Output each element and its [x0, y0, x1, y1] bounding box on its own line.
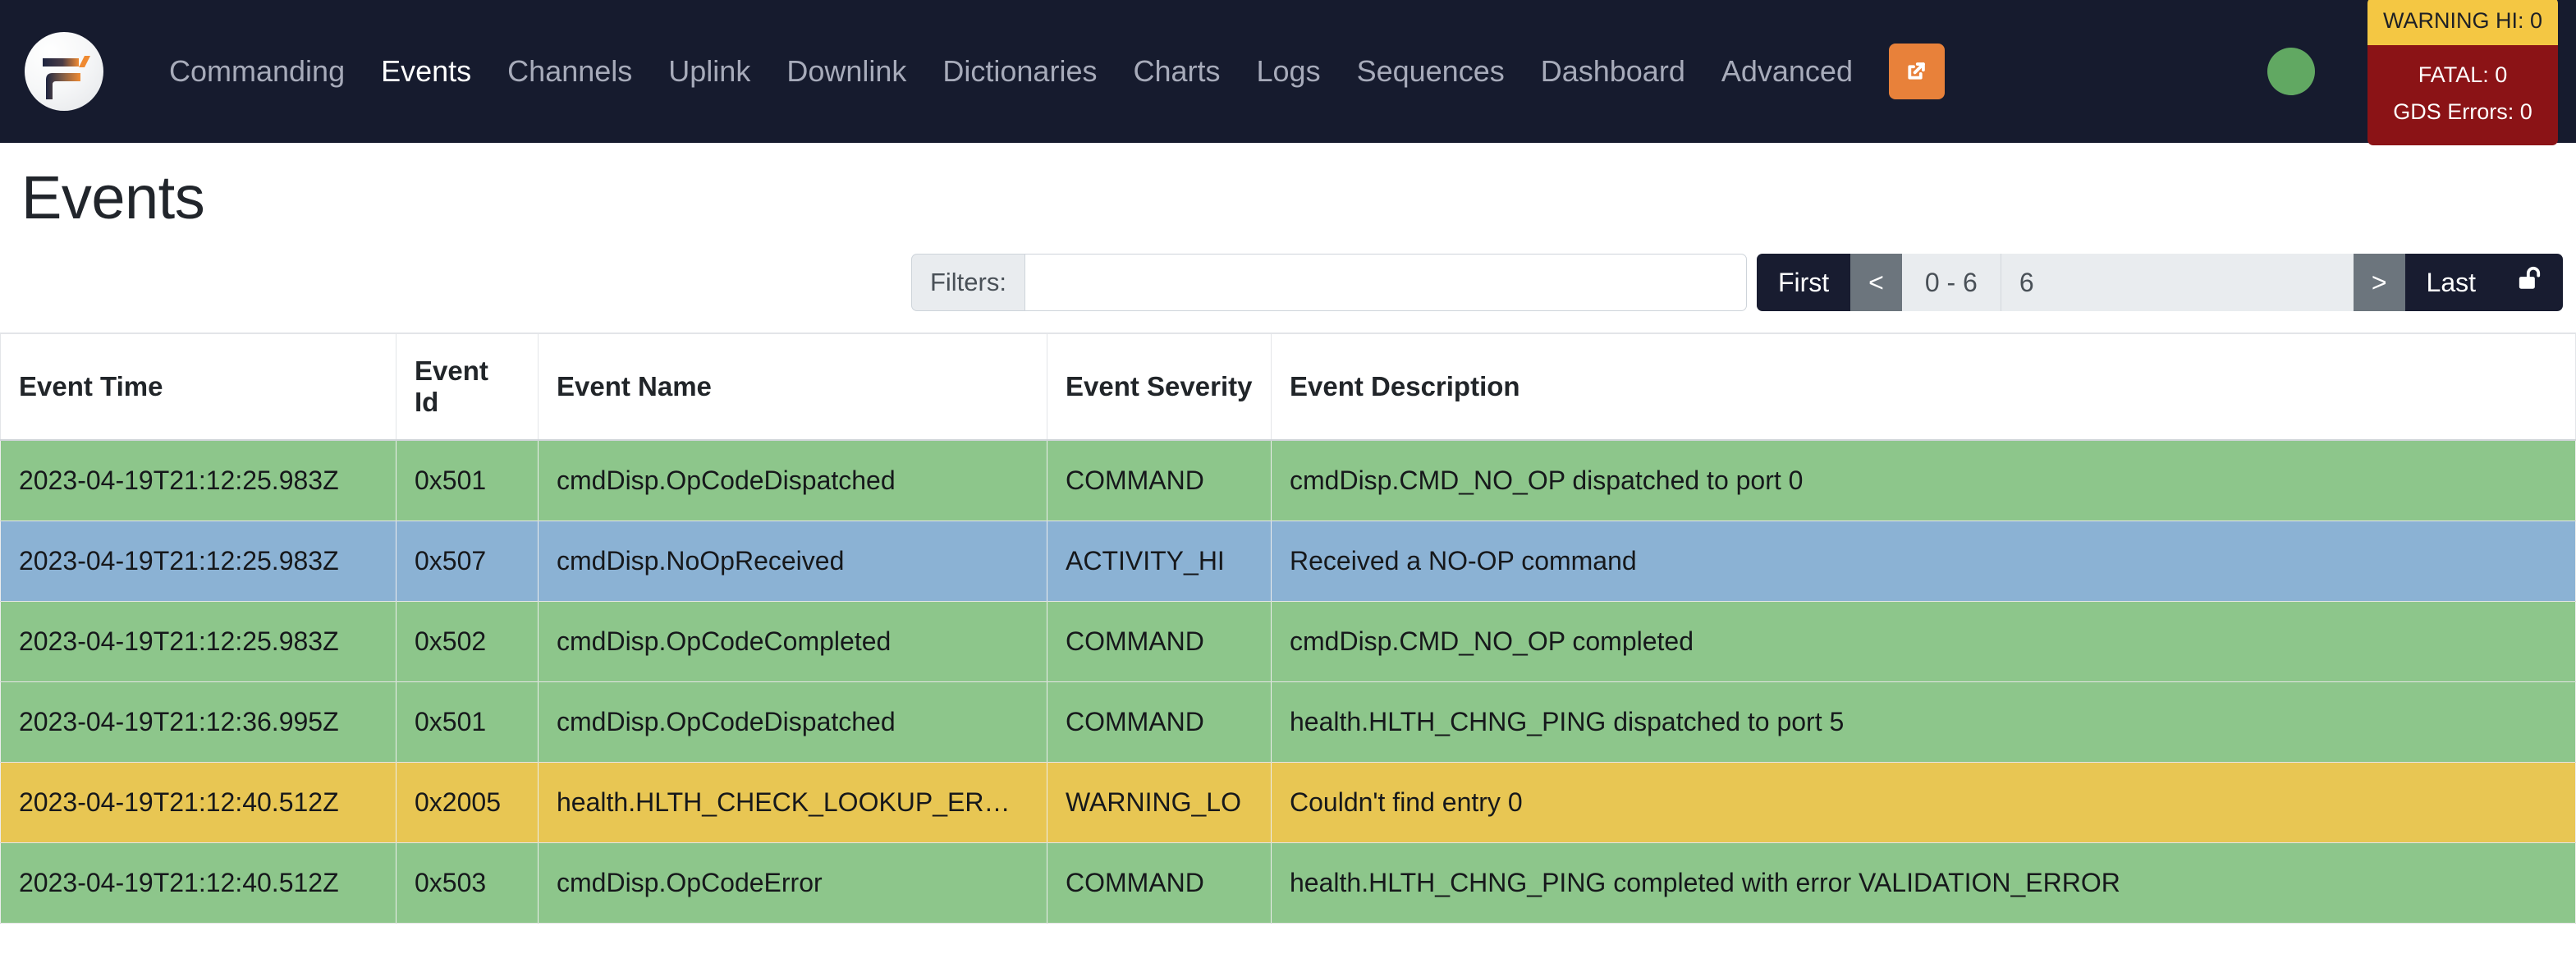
cell-event-id: 0x507: [396, 521, 539, 601]
column-header-event-severity[interactable]: Event Severity: [1047, 333, 1272, 440]
cell-event-name: cmdDisp.OpCodeError: [539, 842, 1047, 923]
table-row[interactable]: 2023-04-19T21:12:40.512Z 0x2005 health.H…: [1, 762, 2576, 842]
gds-errors-badge[interactable]: GDS Errors: 0: [2376, 94, 2550, 131]
table-row[interactable]: 2023-04-19T21:12:25.983Z 0x501 cmdDisp.O…: [1, 440, 2576, 521]
cell-event-id: 0x501: [396, 440, 539, 521]
nav-link-commanding[interactable]: Commanding: [151, 48, 363, 94]
cell-event-name: cmdDisp.OpCodeCompleted: [539, 601, 1047, 681]
cell-event-id: 0x2005: [396, 762, 539, 842]
column-header-event-description[interactable]: Event Description: [1272, 333, 2576, 440]
events-table-body: 2023-04-19T21:12:25.983Z 0x501 cmdDisp.O…: [1, 440, 2576, 923]
open-in-new-window-button[interactable]: [1889, 44, 1945, 99]
nav-link-sequences[interactable]: Sequences: [1339, 48, 1523, 94]
nav-link-uplink[interactable]: Uplink: [650, 48, 768, 94]
nav-links: Commanding Events Channels Uplink Downli…: [151, 44, 1945, 99]
filters-group: Filters:: [911, 254, 1747, 311]
cell-event-time: 2023-04-19T21:12:25.983Z: [1, 521, 396, 601]
cell-event-time: 2023-04-19T21:12:25.983Z: [1, 440, 396, 521]
warning-hi-badge[interactable]: WARNING HI: 0: [2367, 0, 2558, 45]
fprime-logo[interactable]: [25, 32, 103, 111]
table-row[interactable]: 2023-04-19T21:12:36.995Z 0x501 cmdDisp.O…: [1, 681, 2576, 762]
cell-event-severity: COMMAND: [1047, 842, 1272, 923]
table-row[interactable]: 2023-04-19T21:12:25.983Z 0x502 cmdDisp.O…: [1, 601, 2576, 681]
filters-input[interactable]: [1024, 254, 1747, 311]
table-controls: Filters: First < 0 - 6 6 > Last: [0, 254, 2576, 311]
table-row[interactable]: 2023-04-19T21:12:40.512Z 0x503 cmdDisp.O…: [1, 842, 2576, 923]
top-navbar: Commanding Events Channels Uplink Downli…: [0, 0, 2576, 143]
cell-event-description: health.HLTH_CHNG_PING dispatched to port…: [1272, 681, 2576, 762]
nav-link-advanced[interactable]: Advanced: [1703, 48, 1871, 94]
nav-link-dashboard[interactable]: Dashboard: [1523, 48, 1703, 94]
nav-link-events[interactable]: Events: [363, 48, 489, 94]
first-page-button[interactable]: First: [1757, 254, 1850, 311]
cell-event-name: health.HLTH_CHECK_LOOKUP_ERROR: [539, 762, 1047, 842]
cell-event-severity: COMMAND: [1047, 681, 1272, 762]
total-count-label: 6: [2001, 254, 2354, 311]
table-header-row: Event Time Event Id Event Name Event Sev…: [1, 333, 2576, 440]
cell-event-name: cmdDisp.OpCodeDispatched: [539, 440, 1047, 521]
connection-status-dot: [2267, 48, 2315, 95]
nav-link-channels[interactable]: Channels: [489, 48, 650, 94]
cell-event-id: 0x502: [396, 601, 539, 681]
cell-event-id: 0x503: [396, 842, 539, 923]
fatal-error-badges: FATAL: 0 GDS Errors: 0: [2367, 45, 2558, 145]
alert-counters: WARNING HI: 0 FATAL: 0 GDS Errors: 0: [2367, 0, 2558, 145]
cell-event-time: 2023-04-19T21:12:36.995Z: [1, 681, 396, 762]
unlock-icon: [2515, 264, 2545, 301]
last-page-button[interactable]: Last: [2405, 254, 2497, 311]
nav-link-logs[interactable]: Logs: [1239, 48, 1339, 94]
events-table: Event Time Event Id Event Name Event Sev…: [0, 333, 2576, 924]
column-header-event-time[interactable]: Event Time: [1, 333, 396, 440]
page-title: Events: [21, 163, 2576, 232]
navbar-status-area: WARNING HI: 0 FATAL: 0 GDS Errors: 0: [2267, 0, 2576, 143]
cell-event-name: cmdDisp.OpCodeDispatched: [539, 681, 1047, 762]
cell-event-time: 2023-04-19T21:12:40.512Z: [1, 842, 396, 923]
nav-link-downlink[interactable]: Downlink: [768, 48, 924, 94]
cell-event-id: 0x501: [396, 681, 539, 762]
cell-event-description: health.HLTH_CHNG_PING completed with err…: [1272, 842, 2576, 923]
cell-event-description: cmdDisp.CMD_NO_OP dispatched to port 0: [1272, 440, 2576, 521]
nav-link-charts[interactable]: Charts: [1115, 48, 1238, 94]
external-link-icon: [1901, 55, 1932, 89]
cell-event-name: cmdDisp.NoOpReceived: [539, 521, 1047, 601]
nav-link-dictionaries[interactable]: Dictionaries: [924, 48, 1115, 94]
next-page-button[interactable]: >: [2354, 254, 2405, 311]
previous-page-button[interactable]: <: [1850, 254, 1902, 311]
column-header-event-name[interactable]: Event Name: [539, 333, 1047, 440]
scroll-lock-button[interactable]: [2497, 254, 2563, 311]
cell-event-time: 2023-04-19T21:12:25.983Z: [1, 601, 396, 681]
cell-event-description: Couldn't find entry 0: [1272, 762, 2576, 842]
cell-event-severity: COMMAND: [1047, 440, 1272, 521]
cell-event-time: 2023-04-19T21:12:40.512Z: [1, 762, 396, 842]
events-table-container: Event Time Event Id Event Name Event Sev…: [0, 333, 2576, 924]
cell-event-severity: COMMAND: [1047, 601, 1272, 681]
pagination-controls: First < 0 - 6 6 > Last: [1757, 254, 2563, 311]
cell-event-description: cmdDisp.CMD_NO_OP completed: [1272, 601, 2576, 681]
column-header-event-id[interactable]: Event Id: [396, 333, 539, 440]
cell-event-severity: WARNING_LO: [1047, 762, 1272, 842]
fatal-badge[interactable]: FATAL: 0: [2376, 57, 2550, 94]
cell-event-description: Received a NO-OP command: [1272, 521, 2576, 601]
table-row[interactable]: 2023-04-19T21:12:25.983Z 0x507 cmdDisp.N…: [1, 521, 2576, 601]
page-range-label: 0 - 6: [1902, 254, 2001, 311]
cell-event-severity: ACTIVITY_HI: [1047, 521, 1272, 601]
filters-label: Filters:: [911, 254, 1024, 311]
